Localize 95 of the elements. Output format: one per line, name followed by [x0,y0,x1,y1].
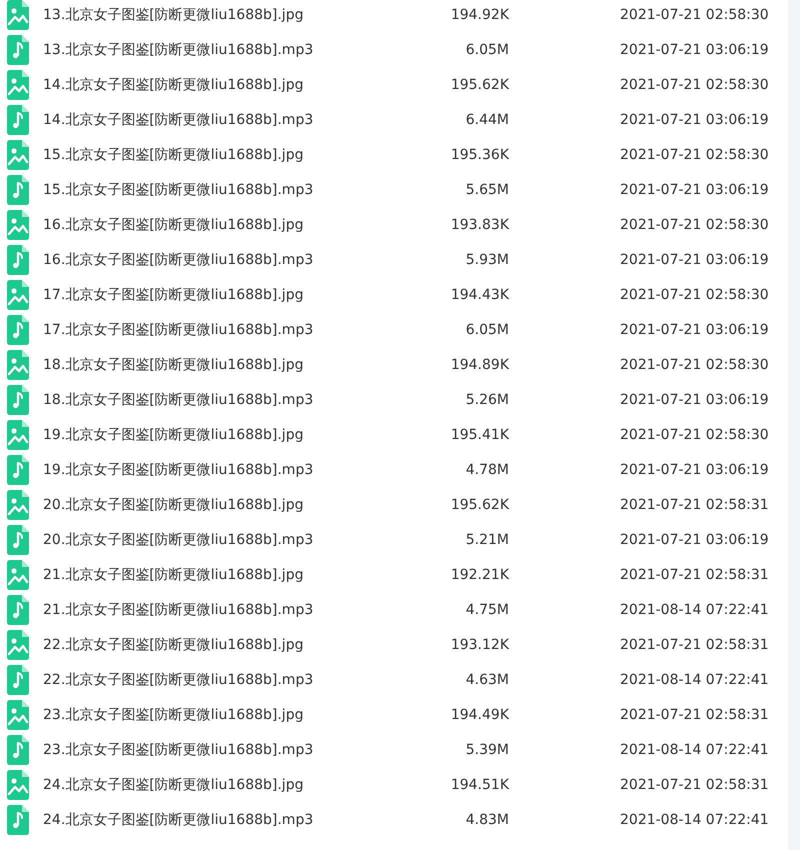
music-file-icon [7,524,29,554]
image-file-icon [7,560,29,590]
file-name[interactable]: 22.北京女子图鉴[防断更微liu1688b].jpg [43,636,423,654]
image-file-icon [7,210,29,240]
music-file-icon [7,34,29,64]
modified-date: 2021-07-21 02:58:30 [620,426,769,442]
modified-date: 2021-07-21 03:06:19 [620,392,769,408]
file-size: 5.21M [464,532,509,548]
modified-date: 2021-07-21 03:06:19 [620,182,769,198]
image-file-icon [7,350,29,380]
file-size: 193.83K [450,216,509,232]
file-name[interactable]: 20.北京女子图鉴[防断更微liu1688b].jpg [43,496,423,514]
modified-date: 2021-07-21 02:58:30 [620,6,769,22]
modified-date: 2021-08-14 07:22:41 [620,672,769,688]
file-size: 192.21K [450,566,509,582]
file-name[interactable]: 16.北京女子图鉴[防断更微liu1688b].mp3 [43,250,423,268]
file-name[interactable]: 15.北京女子图鉴[防断更微liu1688b].jpg [43,146,423,164]
modified-date: 2021-07-21 02:58:30 [620,286,769,302]
file-size: 194.89K [450,356,509,372]
modified-date: 2021-07-21 02:58:30 [620,76,769,92]
file-size: 194.43K [450,286,509,302]
file-name[interactable]: 24.北京女子图鉴[防断更微liu1688b].mp3 [43,810,423,828]
modified-date: 2021-07-21 03:06:19 [620,252,769,268]
file-name[interactable]: 17.北京女子图鉴[防断更微liu1688b].jpg [43,286,423,304]
file-name[interactable]: 20.北京女子图鉴[防断更微liu1688b].mp3 [43,530,423,548]
music-file-icon [7,594,29,624]
file-size: 4.83M [464,812,509,828]
modified-date: 2021-07-21 02:58:31 [620,496,769,512]
file-name[interactable]: 23.北京女子图鉴[防断更微liu1688b].mp3 [43,740,423,758]
file-size: 5.93M [464,252,509,268]
image-file-icon [7,140,29,170]
modified-date: 2021-07-21 02:58:30 [620,216,769,232]
file-name[interactable]: 19.北京女子图鉴[防断更微liu1688b].mp3 [43,460,423,478]
modified-date: 2021-08-14 07:22:41 [620,812,769,828]
modified-date: 2021-07-21 03:06:19 [620,532,769,548]
file-size: 5.65M [464,182,509,198]
modified-date: 2021-07-21 02:58:30 [620,356,769,372]
image-file-icon [7,280,29,310]
music-file-icon [7,664,29,694]
music-file-icon [7,384,29,414]
file-size: 193.12K [450,636,509,652]
modified-date: 2021-07-21 03:06:19 [620,112,769,128]
modified-date: 2021-07-21 03:06:19 [620,462,769,478]
file-size: 5.39M [464,742,509,758]
modified-date: 2021-08-14 07:22:41 [620,742,769,758]
image-file-icon [7,770,29,800]
music-file-icon [7,244,29,274]
modified-date: 2021-07-21 02:58:30 [620,146,769,162]
file-size: 6.05M [464,42,509,58]
modified-date: 2021-08-14 07:22:41 [620,602,769,618]
file-name[interactable]: 21.北京女子图鉴[防断更微liu1688b].jpg [43,566,423,584]
file-size: 4.63M [464,672,509,688]
image-file-icon [7,420,29,450]
modified-date: 2021-07-21 02:58:31 [620,706,769,722]
music-file-icon [7,804,29,834]
image-file-icon [7,700,29,730]
file-name[interactable]: 21.北京女子图鉴[防断更微liu1688b].mp3 [43,600,423,618]
image-file-icon [7,630,29,660]
file-size: 4.78M [464,462,509,478]
file-name[interactable]: 13.北京女子图鉴[防断更微liu1688b].mp3 [43,40,423,58]
file-name[interactable]: 17.北京女子图鉴[防断更微liu1688b].mp3 [43,320,423,338]
music-file-icon [7,104,29,134]
file-size: 6.44M [464,112,509,128]
file-size: 194.51K [450,776,509,792]
file-name[interactable]: 15.北京女子图鉴[防断更微liu1688b].mp3 [43,180,423,198]
modified-date: 2021-07-21 02:58:31 [620,636,769,652]
file-name[interactable]: 13.北京女子图鉴[防断更微liu1688b].jpg [43,6,423,24]
modified-date: 2021-07-21 02:58:31 [620,776,769,792]
image-file-icon [7,70,29,100]
modified-date: 2021-07-21 02:58:31 [620,566,769,582]
file-name[interactable]: 22.北京女子图鉴[防断更微liu1688b].mp3 [43,670,423,688]
modified-date: 2021-07-21 03:06:19 [620,42,769,58]
file-name[interactable]: 23.北京女子图鉴[防断更微liu1688b].jpg [43,706,423,724]
modified-date: 2021-07-21 03:06:19 [620,322,769,338]
image-file-icon [7,490,29,520]
file-size: 194.92K [450,6,509,22]
music-file-icon [7,314,29,344]
file-size: 195.41K [450,426,509,442]
file-name[interactable]: 14.北京女子图鉴[防断更微liu1688b].jpg [43,76,423,94]
file-size: 6.05M [464,322,509,338]
file-size: 195.62K [450,496,509,512]
file-name[interactable]: 18.北京女子图鉴[防断更微liu1688b].jpg [43,356,423,374]
music-file-icon [7,454,29,484]
music-file-icon [7,174,29,204]
file-size: 195.36K [450,146,509,162]
file-name[interactable]: 18.北京女子图鉴[防断更微liu1688b].mp3 [43,390,423,408]
file-size: 195.62K [450,76,509,92]
music-file-icon [7,734,29,764]
file-name[interactable]: 16.北京女子图鉴[防断更微liu1688b].jpg [43,216,423,234]
file-name[interactable]: 19.北京女子图鉴[防断更微liu1688b].jpg [43,426,423,444]
file-name[interactable]: 14.北京女子图鉴[防断更微liu1688b].mp3 [43,110,423,128]
file-name[interactable]: 24.北京女子图鉴[防断更微liu1688b].jpg [43,776,423,794]
file-size: 4.75M [464,602,509,618]
file-size: 194.49K [450,706,509,722]
file-size: 5.26M [464,392,509,408]
